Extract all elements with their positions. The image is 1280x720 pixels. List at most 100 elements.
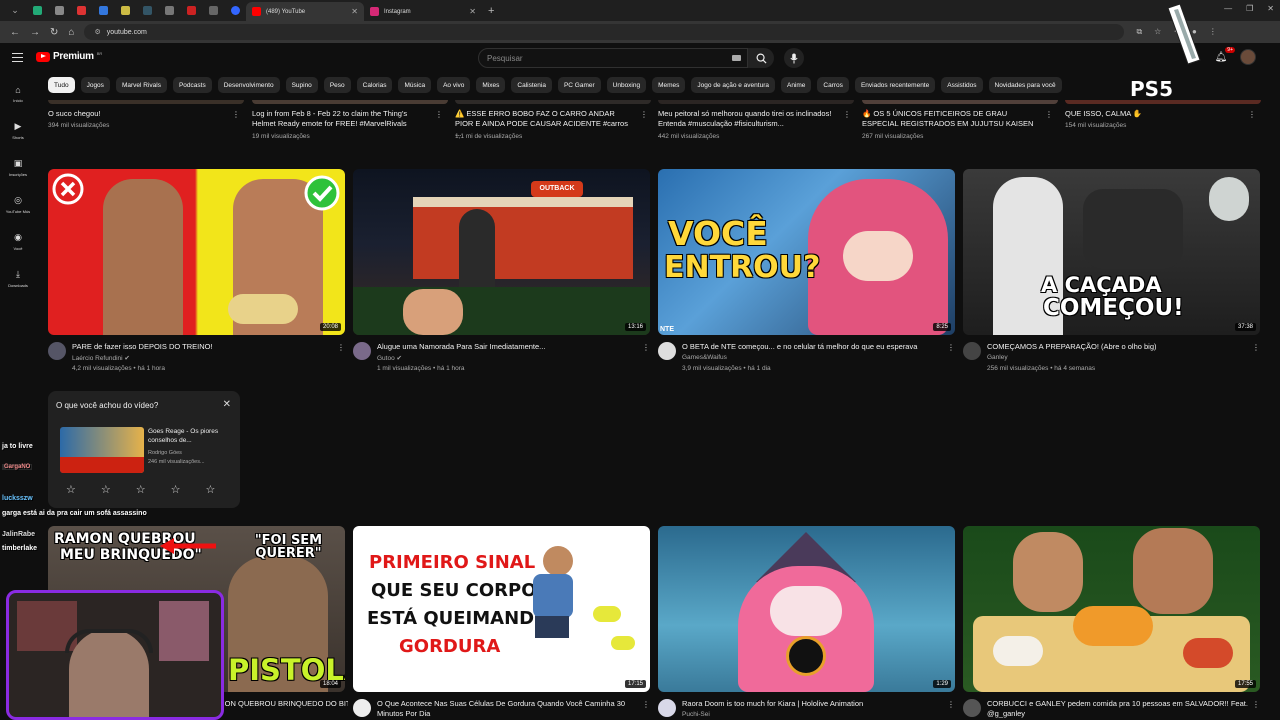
keyboard-icon[interactable] [732, 55, 741, 61]
video-title[interactable]: CORBUCCI e GANLEY pedem comida pra 10 pe… [987, 699, 1249, 719]
site-info-icon[interactable]: ⚙ [94, 28, 100, 36]
back-icon[interactable]: ← [10, 27, 20, 38]
filter-chip[interactable]: Calorias [356, 77, 393, 93]
home-icon[interactable]: ⌂ [68, 27, 74, 38]
tab-instagram[interactable]: Instagram ✕ [364, 2, 482, 21]
close-icon[interactable]: ✕ [223, 399, 231, 410]
video-thumbnail[interactable]: PRIMEIRO SINAL QUE SEU CORPO ESTÁ QUEIMA… [353, 526, 650, 692]
pinned-tab-icon[interactable] [74, 4, 88, 18]
more-options-icon[interactable]: ⋮ [1045, 111, 1053, 119]
more-options-icon[interactable]: ⋮ [642, 344, 650, 352]
star-icon[interactable]: ☆ [101, 483, 111, 496]
filter-chip[interactable]: Unboxing [606, 77, 647, 93]
channel-name[interactable]: Laércio Refundini ✔ [72, 354, 130, 362]
pinned-tab-icon[interactable] [30, 4, 44, 18]
voice-search-button[interactable] [784, 48, 804, 68]
more-options-icon[interactable]: ⋮ [642, 701, 650, 709]
channel-name[interactable]: Ganley [987, 354, 1008, 361]
channel-name[interactable]: Puchi-Sei [682, 711, 710, 718]
tab-search-icon[interactable]: ⌄ [8, 4, 22, 18]
channel-avatar[interactable] [658, 699, 676, 717]
video-title[interactable]: Raora Doom is too much for Kiara | Holol… [682, 699, 944, 709]
filter-chip[interactable]: Jogos [80, 77, 110, 93]
search-input[interactable]: Pesquisar [478, 48, 748, 68]
video-title[interactable]: PARE de fazer isso DEPOIS DO TREINO! [72, 342, 334, 352]
video-thumbnail[interactable]: 17:55 [963, 526, 1260, 692]
more-options-icon[interactable]: ⋮ [640, 111, 648, 119]
filter-chip[interactable]: Calistenia [511, 77, 552, 93]
filter-chip[interactable]: Música [398, 77, 432, 93]
pinned-tab-icon[interactable] [96, 4, 110, 18]
pinned-tab-icon[interactable] [52, 4, 66, 18]
more-options-icon[interactable]: ⋮ [337, 344, 345, 352]
filter-chip[interactable]: Carros [817, 77, 849, 93]
video-title[interactable]: Alugue uma Namorada Para Sair Imediatame… [377, 342, 639, 352]
maximize-icon[interactable]: ❐ [1246, 4, 1253, 13]
sidebar-item-subscriptions[interactable]: ▣ Inscrições [0, 149, 36, 186]
close-icon[interactable]: ✕ [351, 7, 358, 16]
short-title[interactable]: Meu peitoral só melhorou quando tirei os… [658, 109, 840, 129]
pinned-tab-icon[interactable] [206, 4, 220, 18]
filter-chip[interactable]: Marvel Rivals [115, 77, 167, 93]
sidebar-item-you[interactable]: ◉ Você [0, 223, 36, 260]
channel-avatar[interactable] [353, 699, 371, 717]
video-title[interactable]: O BETA de NTE começou... e no celular tá… [682, 342, 944, 352]
filter-chip[interactable]: PC Gamer [557, 77, 601, 93]
star-icon[interactable]: ☆ [66, 483, 76, 496]
new-tab-icon[interactable]: + [488, 5, 494, 17]
star-icon[interactable]: ☆ [171, 483, 181, 496]
video-title[interactable]: COMEÇAMOS A PREPARAÇÃO! (Abre o olho big… [987, 342, 1249, 352]
more-options-icon[interactable]: ⋮ [1248, 111, 1256, 119]
account-avatar[interactable] [1240, 49, 1256, 65]
video-thumbnail[interactable]: 1:29 [658, 526, 955, 692]
short-title[interactable]: O suco chegou! [48, 109, 223, 119]
more-options-icon[interactable]: ⋮ [1252, 344, 1260, 352]
filter-chip[interactable]: Supino [285, 77, 318, 93]
channel-avatar[interactable] [963, 342, 981, 360]
channel-name[interactable]: Gutoo ✔ [377, 354, 402, 362]
pinned-tab-icon[interactable] [184, 4, 198, 18]
filter-chip[interactable]: Memes [652, 77, 686, 93]
video-thumbnail[interactable]: OUTBACK 13:16 [353, 169, 650, 335]
pinned-tab-icon[interactable] [118, 4, 132, 18]
video-title[interactable]: O Que Acontece Nas Suas Células De Gordu… [377, 699, 639, 719]
filter-chip[interactable]: Assistidos [941, 77, 983, 93]
sidebar-item-music[interactable]: ◎ YouTube Mús [0, 186, 36, 223]
more-options-icon[interactable]: ⋮ [232, 111, 240, 119]
video-title[interactable]: RAMON QUEBROU BRINQUEDO DO BITELO + TREI… [208, 699, 348, 709]
search-button[interactable] [748, 48, 774, 68]
more-options-icon[interactable]: ⋮ [947, 701, 955, 709]
star-icon[interactable]: ☆ [206, 483, 216, 496]
close-icon[interactable]: ✕ [469, 7, 476, 16]
tab-youtube[interactable]: (489) YouTube ✕ [246, 2, 364, 21]
star-icon[interactable]: ☆ [136, 483, 146, 496]
more-options-icon[interactable]: ⋮ [947, 344, 955, 352]
filter-chip[interactable]: Jogo de ação e aventura [691, 77, 775, 93]
filter-chip[interactable]: Ao vivo [437, 77, 471, 93]
channel-avatar[interactable] [963, 699, 981, 717]
video-thumbnail[interactable]: A CAÇADA COMEÇOU! 37:38 [963, 169, 1260, 335]
filter-chip[interactable]: Mixes [476, 77, 506, 93]
more-options-icon[interactable]: ⋮ [435, 111, 443, 119]
address-bar[interactable]: ⚙ youtube.com [84, 24, 1125, 40]
reload-icon[interactable]: ↻ [50, 27, 58, 38]
pinned-tab-icon[interactable] [228, 4, 242, 18]
youtube-premium-logo[interactable]: Premium BR [36, 51, 102, 62]
survey-video-thumbnail[interactable] [60, 427, 144, 473]
short-title[interactable]: Log in from Feb 8 - Feb 22 to claim the … [252, 109, 430, 129]
sidebar-item-shorts[interactable]: ▶ Shorts [0, 112, 36, 149]
short-title[interactable]: QUE ISSO, CALMA ✋ [1065, 109, 1240, 119]
pinned-tab-icon[interactable] [162, 4, 176, 18]
sidebar-item-home[interactable]: ⌂ Início [0, 75, 36, 112]
menu-hamburger-icon[interactable] [12, 53, 23, 62]
channel-name[interactable]: Games&Waifus [682, 354, 727, 361]
pinned-tab-icon[interactable] [140, 4, 154, 18]
filter-chip[interactable]: Enviados recentemente [854, 77, 936, 93]
channel-avatar[interactable] [353, 342, 371, 360]
filter-chip[interactable]: Tudo [48, 77, 75, 93]
short-title[interactable]: 🔥 OS 5 ÚNICOS FEITICEIROS DE GRAU ESPECI… [862, 109, 1040, 129]
forward-icon[interactable]: → [30, 27, 40, 38]
filter-chip[interactable]: Podcasts [172, 77, 212, 93]
filter-chip[interactable]: Peso [323, 77, 351, 93]
video-thumbnail[interactable]: 20:08 [48, 169, 345, 335]
